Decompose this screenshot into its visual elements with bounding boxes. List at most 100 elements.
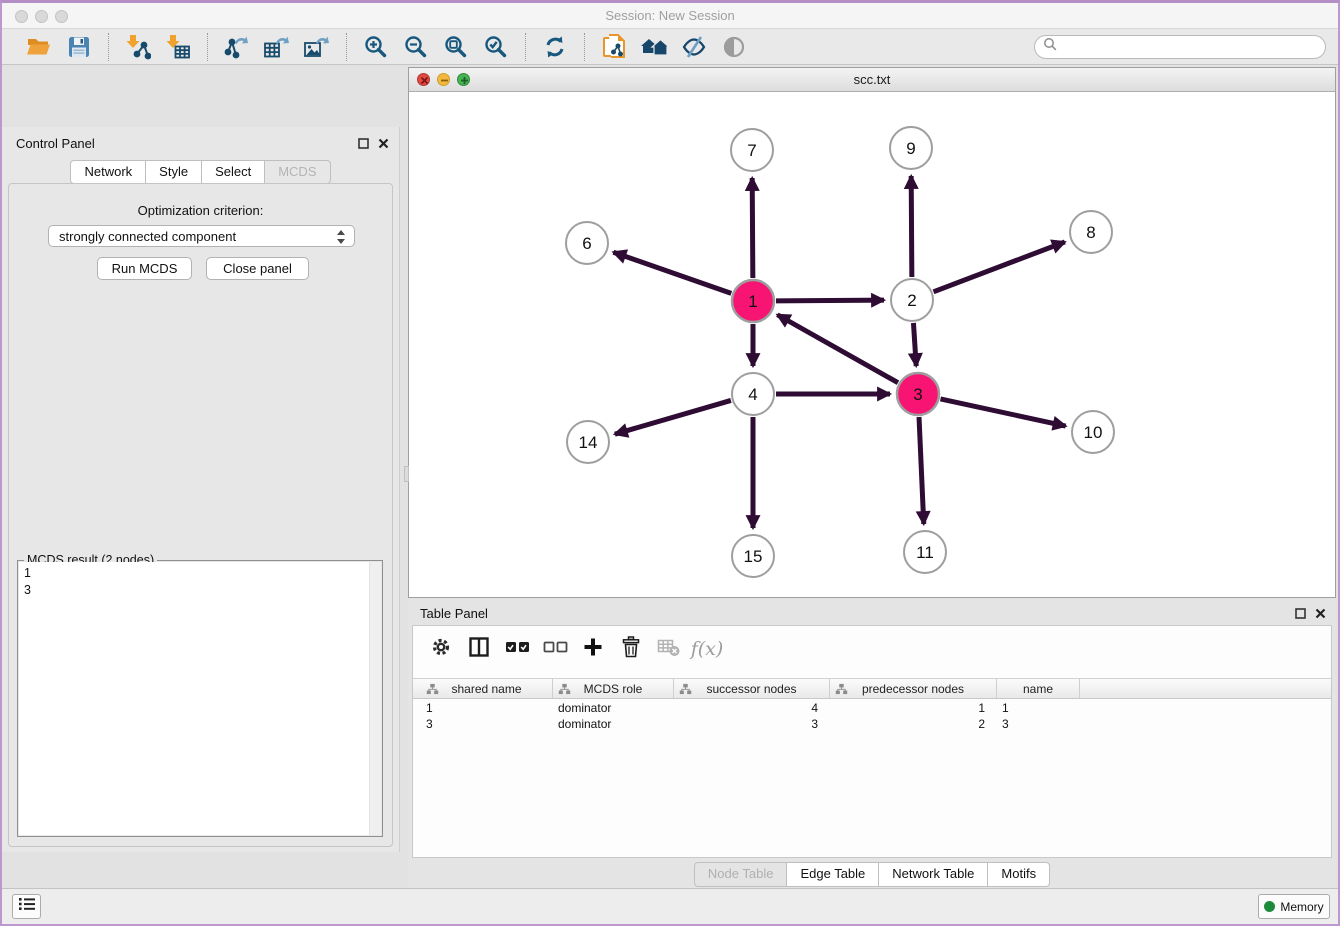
column-label: MCDS role: [584, 682, 643, 696]
delete-table-button[interactable]: [653, 634, 685, 664]
table-settings-button[interactable]: [425, 634, 457, 664]
cell-predecessor-nodes[interactable]: 2: [830, 716, 997, 732]
hide-selected-button[interactable]: [679, 33, 709, 61]
node-4[interactable]: 4: [732, 373, 774, 415]
tab-network-table[interactable]: Network Table: [878, 862, 988, 887]
tab-motifs[interactable]: Motifs: [987, 862, 1050, 887]
cell-MCDS-role[interactable]: dominator: [553, 716, 674, 732]
columns-icon: [468, 636, 490, 663]
cell-name[interactable]: 1: [997, 700, 1080, 716]
node-2[interactable]: 2: [891, 279, 933, 321]
delete-column-button[interactable]: [615, 634, 647, 664]
clone-network-button[interactable]: [599, 33, 629, 61]
export-network-button[interactable]: [222, 33, 252, 61]
zoom-fit-button[interactable]: [441, 33, 471, 61]
save-session-button[interactable]: [64, 33, 94, 61]
close-panel-icon-button[interactable]: [375, 135, 391, 151]
first-neighbors-button[interactable]: [639, 33, 669, 61]
edge-1-7[interactable]: [752, 178, 753, 278]
node-14[interactable]: 14: [567, 421, 609, 463]
edge-1-2[interactable]: [776, 300, 884, 301]
window-title: Session: New Session: [2, 8, 1338, 23]
mcds-result-scrollbar[interactable]: [369, 562, 381, 835]
zoom-selected-button[interactable]: [481, 33, 511, 61]
memory-button[interactable]: Memory: [1258, 894, 1330, 919]
column-label: predecessor nodes: [862, 682, 964, 696]
import-network-icon: [125, 34, 151, 60]
table-row[interactable]: 1dominator411: [413, 700, 1331, 716]
tab-style[interactable]: Style: [145, 160, 202, 184]
cell-shared-name[interactable]: 1: [421, 700, 553, 716]
column-header-predecessor-nodes[interactable]: predecessor nodes: [830, 679, 997, 698]
float-panel-button[interactable]: [355, 135, 371, 151]
show-graphics-details-button[interactable]: [719, 33, 749, 61]
edge-2-8[interactable]: [934, 242, 1065, 292]
network-window-titlebar[interactable]: scc.txt: [409, 68, 1335, 92]
node-1[interactable]: 1: [732, 280, 774, 322]
network-graph[interactable]: 7 9 6 8 1 2 4 3 14 10 15 11: [409, 92, 1335, 597]
open-session-button[interactable]: [24, 33, 54, 61]
cell-successor-nodes[interactable]: 3: [674, 716, 830, 732]
function-builder-button[interactable]: f(x): [691, 634, 723, 664]
column-header-shared-name[interactable]: shared name: [421, 679, 553, 698]
zoom-out-button[interactable]: [401, 33, 431, 61]
edge-2-9[interactable]: [911, 176, 912, 277]
cell-predecessor-nodes[interactable]: 1: [830, 700, 997, 716]
delete-table-icon: [657, 636, 681, 663]
tab-edge-table[interactable]: Edge Table: [786, 862, 879, 887]
edge-3-10[interactable]: [940, 399, 1065, 426]
cell-shared-name[interactable]: 3: [421, 716, 553, 732]
svg-text:8: 8: [1086, 223, 1095, 242]
network-canvas[interactable]: 7 9 6 8 1 2 4 3 14 10 15 11: [409, 92, 1335, 597]
cell-name[interactable]: 3: [997, 716, 1080, 732]
edge-1-6[interactable]: [613, 252, 731, 293]
search-input[interactable]: [1058, 37, 1325, 57]
mcds-result-text[interactable]: 13: [19, 562, 381, 835]
column-header-name[interactable]: name: [997, 679, 1080, 698]
tab-node-table[interactable]: Node Table: [694, 862, 788, 887]
table-row[interactable]: 3dominator323: [413, 716, 1331, 732]
cell-successor-nodes[interactable]: 4: [674, 700, 830, 716]
import-network-button[interactable]: [123, 33, 153, 61]
node-11[interactable]: 11: [904, 531, 946, 573]
edge-4-14[interactable]: [615, 400, 731, 434]
edge-3-1[interactable]: [777, 315, 898, 383]
application-window: Session: New Session: [0, 0, 1340, 926]
zoom-in-button[interactable]: [361, 33, 391, 61]
float-table-panel-button[interactable]: [1292, 605, 1308, 621]
node-8[interactable]: 8: [1070, 211, 1112, 253]
cell-MCDS-role[interactable]: dominator: [553, 700, 674, 716]
run-mcds-button[interactable]: Run MCDS: [97, 257, 192, 280]
close-table-panel-button[interactable]: [1312, 605, 1328, 621]
deselect-all-columns-button[interactable]: [539, 634, 571, 664]
tab-network[interactable]: Network: [70, 160, 146, 184]
export-table-button[interactable]: [262, 33, 292, 61]
select-all-columns-button[interactable]: [501, 634, 533, 664]
create-column-button[interactable]: [577, 634, 609, 664]
import-table-button[interactable]: [163, 33, 193, 61]
node-6[interactable]: 6: [566, 222, 608, 264]
column-header-MCDS-role[interactable]: MCDS role: [553, 679, 674, 698]
close-panel-button[interactable]: Close panel: [206, 257, 309, 280]
edge-2-3[interactable]: [913, 323, 916, 366]
tab-mcds[interactable]: MCDS: [264, 160, 330, 184]
node-7[interactable]: 7: [731, 129, 773, 171]
refresh-icon: [542, 34, 568, 60]
search-box[interactable]: [1034, 35, 1326, 59]
column-header-successor-nodes[interactable]: successor nodes: [674, 679, 830, 698]
tab-select[interactable]: Select: [201, 160, 265, 184]
criterion-dropdown[interactable]: strongly connected component: [48, 225, 355, 247]
table-header-row: shared name MCDS role successor nodes prede…: [413, 678, 1331, 699]
export-image-button[interactable]: [302, 33, 332, 61]
show-column-panel-button[interactable]: [463, 634, 495, 664]
node-3[interactable]: 3: [897, 373, 939, 415]
task-history-button[interactable]: [12, 894, 41, 919]
splitter-grip[interactable]: [404, 466, 409, 482]
node-10[interactable]: 10: [1072, 411, 1114, 453]
edge-3-11[interactable]: [919, 417, 924, 524]
node-15[interactable]: 15: [732, 535, 774, 577]
mcds-tab-content: Optimization criterion: strongly connect…: [8, 183, 393, 847]
node-9[interactable]: 9: [890, 127, 932, 169]
plus-icon: [583, 637, 603, 662]
refresh-button[interactable]: [540, 33, 570, 61]
